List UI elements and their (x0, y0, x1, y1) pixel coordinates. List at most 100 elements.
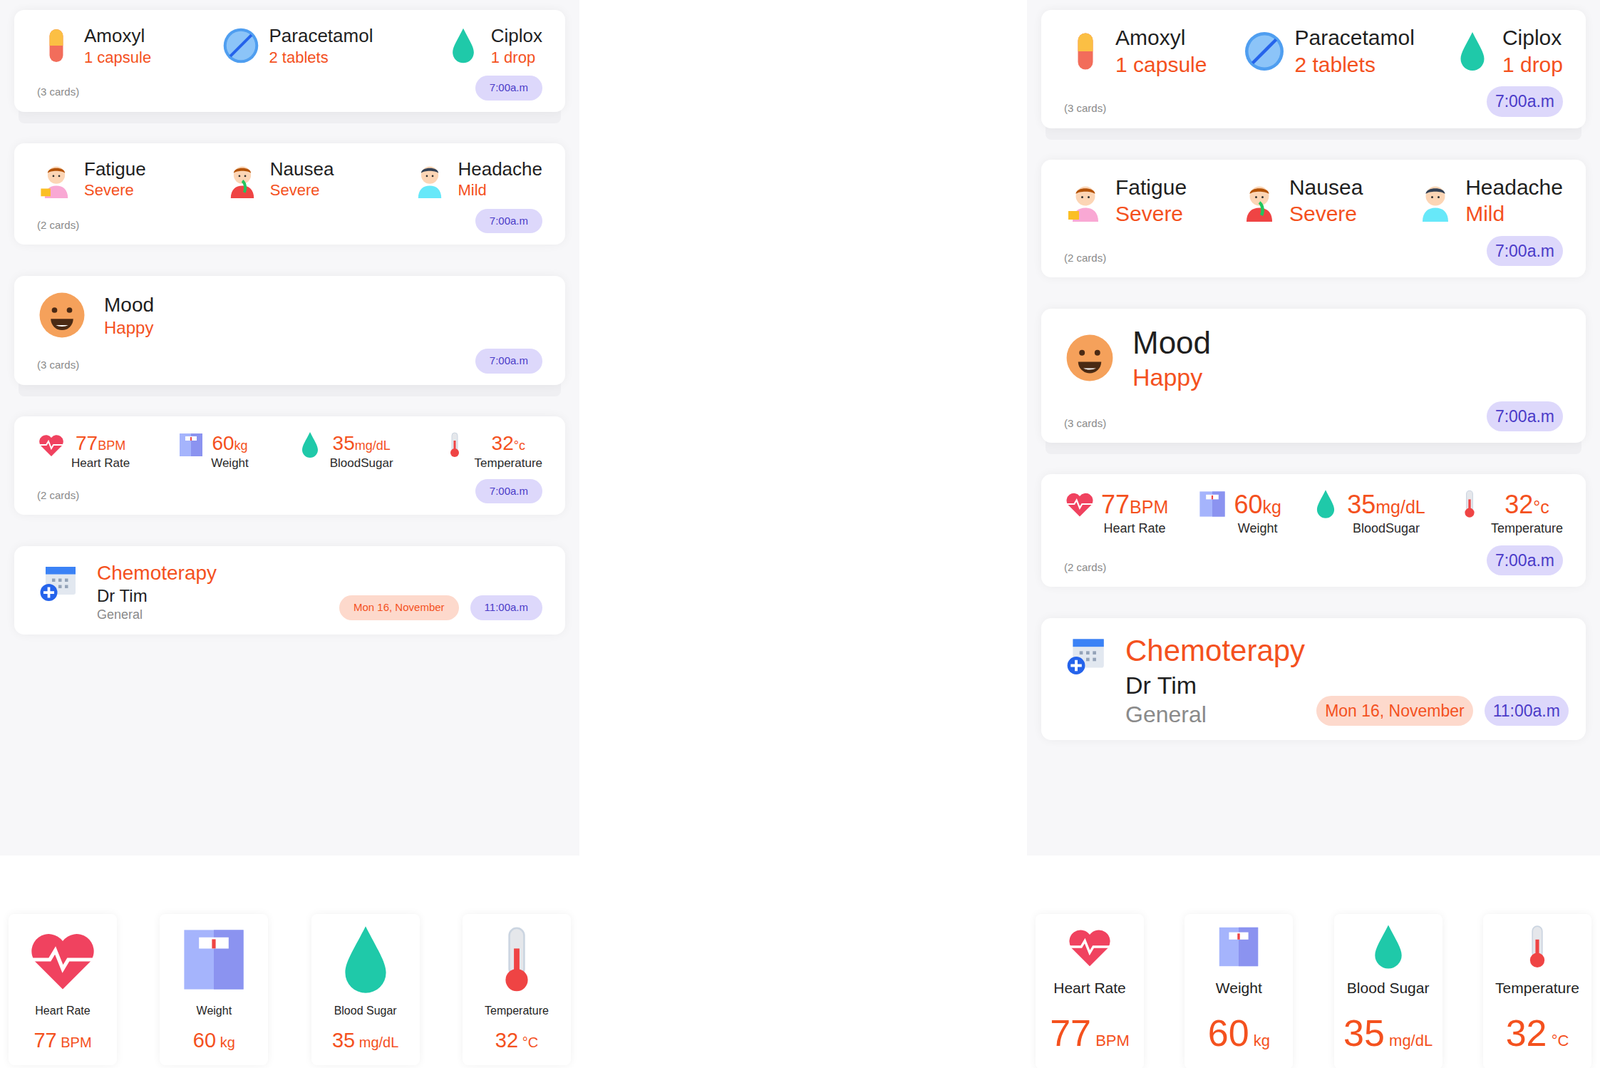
time-badge: 7:00a.m (1486, 86, 1563, 117)
fatigue-icon (1064, 178, 1107, 222)
vital-tiles: Heart Rate77 BPM Weight60 kg Blood Sugar35… (0, 913, 580, 1065)
thermometer-icon (479, 922, 554, 997)
tablet-icon (1242, 29, 1286, 73)
calendar-icon (37, 560, 80, 603)
medication-item: Paracetamol2 tablets (221, 24, 373, 67)
mood-card[interactable]: MoodHappy(3 cards)7:00a.m (14, 275, 566, 385)
thermometer-icon (440, 430, 469, 459)
cards-panel: Amoxyl1 capsule Paracetamol2 tablets Ciplo… (0, 0, 580, 856)
symptom-card[interactable]: FatigueSevere NauseaSevere HeadacheMild (2 … (1041, 159, 1586, 278)
card-count: (3 cards) (37, 357, 80, 374)
vital-item: 60kgWeight (1196, 488, 1281, 537)
card-footer: (2 cards) 7:00a.m (37, 478, 543, 504)
card-footer: (2 cards) 7:00a.m (37, 208, 543, 234)
panel: Amoxyl1 capsule Paracetamol2 tablets Ciplo… (1026, 0, 1600, 1068)
card-footer: (3 cards) 7:00a.m (37, 75, 543, 101)
heart-icon (1065, 922, 1114, 971)
card-footer: (3 cards) 7:00a.m (1064, 86, 1563, 117)
vital-tile[interactable]: Weight60 kg (159, 913, 268, 1065)
medication-item: Ciplox1 drop (444, 24, 543, 67)
nausea-icon (1237, 178, 1281, 222)
symptom-item: NauseaSevere (1237, 173, 1363, 228)
card-count: (2 cards) (37, 487, 80, 504)
vital-item: 35mg/dLBloodSugar (1309, 488, 1426, 537)
headache-icon (1413, 178, 1457, 222)
smiley-icon (1064, 332, 1116, 384)
scale-icon (1214, 922, 1263, 971)
time-badge: 7:00a.m (1486, 401, 1563, 432)
vital-tile[interactable]: Heart Rate77 BPM (1035, 913, 1144, 1068)
tablet-icon (221, 26, 261, 65)
scale-icon (176, 922, 251, 997)
date-badge: Mon 16, November (1316, 695, 1474, 727)
medication-item: Ciplox1 drop (1451, 24, 1563, 78)
appointment-card[interactable]: ChemoterapyDr TimGeneralMon 16, November… (1041, 617, 1586, 740)
calendar-icon (1064, 632, 1109, 677)
capsule-icon (1064, 29, 1107, 73)
vital-tile[interactable]: Heart Rate77 BPM (8, 913, 117, 1065)
appointment-card[interactable]: ChemoterapyDr TimGeneralMon 16, November… (14, 545, 566, 635)
symptom-card[interactable]: FatigueSevere NauseaSevere HeadacheMild (2 … (14, 143, 566, 246)
time-badge: 7:00a.m (475, 208, 543, 234)
card-count: (2 cards) (37, 217, 80, 234)
time-badge: 7:00a.m (1486, 545, 1563, 576)
vital-item: 77BPMHeart Rate (37, 430, 130, 471)
time-badge: 7:00a.m (1486, 235, 1563, 267)
time-badge: 7:00a.m (475, 348, 543, 374)
mood-card[interactable]: MoodHappy(3 cards)7:00a.m (1041, 308, 1586, 443)
symptom-item: HeadacheMild (1413, 173, 1563, 228)
symptom-item: HeadacheMild (410, 157, 543, 201)
vital-item: 35mg/dLBloodSugar (295, 430, 394, 471)
drop-icon (444, 26, 483, 65)
vital-tile[interactable]: Blood Sugar35 mg/dL (1334, 913, 1443, 1068)
thermometer-icon (1453, 488, 1486, 520)
vitals-card[interactable]: 77BPMHeart Rate 60kgWeight 35mg/dLBloodSug… (14, 416, 566, 516)
drop-icon (328, 922, 403, 997)
time-badge: 11:00a.m (470, 595, 543, 621)
vital-tile[interactable]: Blood Sugar35 mg/dL (311, 913, 420, 1065)
medication-item: Amoxyl1 capsule (1064, 24, 1207, 78)
card-count: (2 cards) (1064, 250, 1107, 267)
card-footer: (3 cards) 7:00a.m (37, 348, 543, 374)
thermometer-icon (1513, 922, 1562, 971)
vital-item: 60kgWeight (176, 430, 249, 471)
heart-icon (25, 922, 100, 997)
heart-icon (1064, 488, 1096, 520)
date-badge: Mon 16, November (339, 595, 459, 621)
vital-item: 32°cTemperature (1453, 488, 1563, 537)
vital-tile[interactable]: Temperature32 °C (462, 913, 571, 1065)
scale-icon (176, 430, 206, 459)
vital-tiles: Heart Rate77 BPM Weight60 kg Blood Sugar35… (1026, 913, 1600, 1068)
time-badge: 7:00a.m (475, 478, 543, 504)
card-footer: (2 cards) 7:00a.m (1064, 545, 1563, 576)
medication-card[interactable]: Amoxyl1 capsule Paracetamol2 tablets Ciplo… (14, 9, 566, 112)
vitals-card[interactable]: 77BPMHeart Rate 60kgWeight 35mg/dLBloodSug… (1041, 473, 1586, 587)
cards-panel: Amoxyl1 capsule Paracetamol2 tablets Ciplo… (1026, 0, 1600, 856)
symptom-item: FatigueSevere (37, 157, 147, 201)
smiley-icon (37, 290, 87, 340)
drop-icon (295, 430, 325, 459)
symptom-item: NauseaSevere (223, 157, 335, 201)
time-badge: 11:00a.m (1484, 695, 1569, 727)
medication-item: Paracetamol2 tablets (1242, 24, 1414, 78)
card-count: (3 cards) (1064, 100, 1107, 117)
fatigue-icon (37, 159, 76, 199)
capsule-icon (37, 26, 76, 65)
headache-icon (410, 159, 449, 199)
heart-icon (37, 430, 66, 459)
card-count: (3 cards) (37, 84, 80, 101)
card-footer: (2 cards) 7:00a.m (1064, 235, 1563, 267)
card-count: (2 cards) (1064, 559, 1107, 576)
drop-icon (1451, 29, 1494, 73)
medication-item: Amoxyl1 capsule (37, 24, 152, 67)
drop-icon (1364, 922, 1413, 971)
symptom-item: FatigueSevere (1064, 173, 1187, 228)
vital-item: 77BPMHeart Rate (1064, 488, 1169, 537)
medication-card[interactable]: Amoxyl1 capsule Paracetamol2 tablets Ciplo… (1041, 9, 1586, 129)
card-count: (3 cards) (1064, 415, 1107, 432)
time-badge: 7:00a.m (475, 75, 543, 101)
vital-tile[interactable]: Temperature32 °C (1483, 913, 1592, 1068)
scale-icon (1196, 488, 1228, 520)
card-footer: (3 cards) 7:00a.m (1064, 401, 1563, 432)
vital-tile[interactable]: Weight60 kg (1184, 913, 1293, 1068)
